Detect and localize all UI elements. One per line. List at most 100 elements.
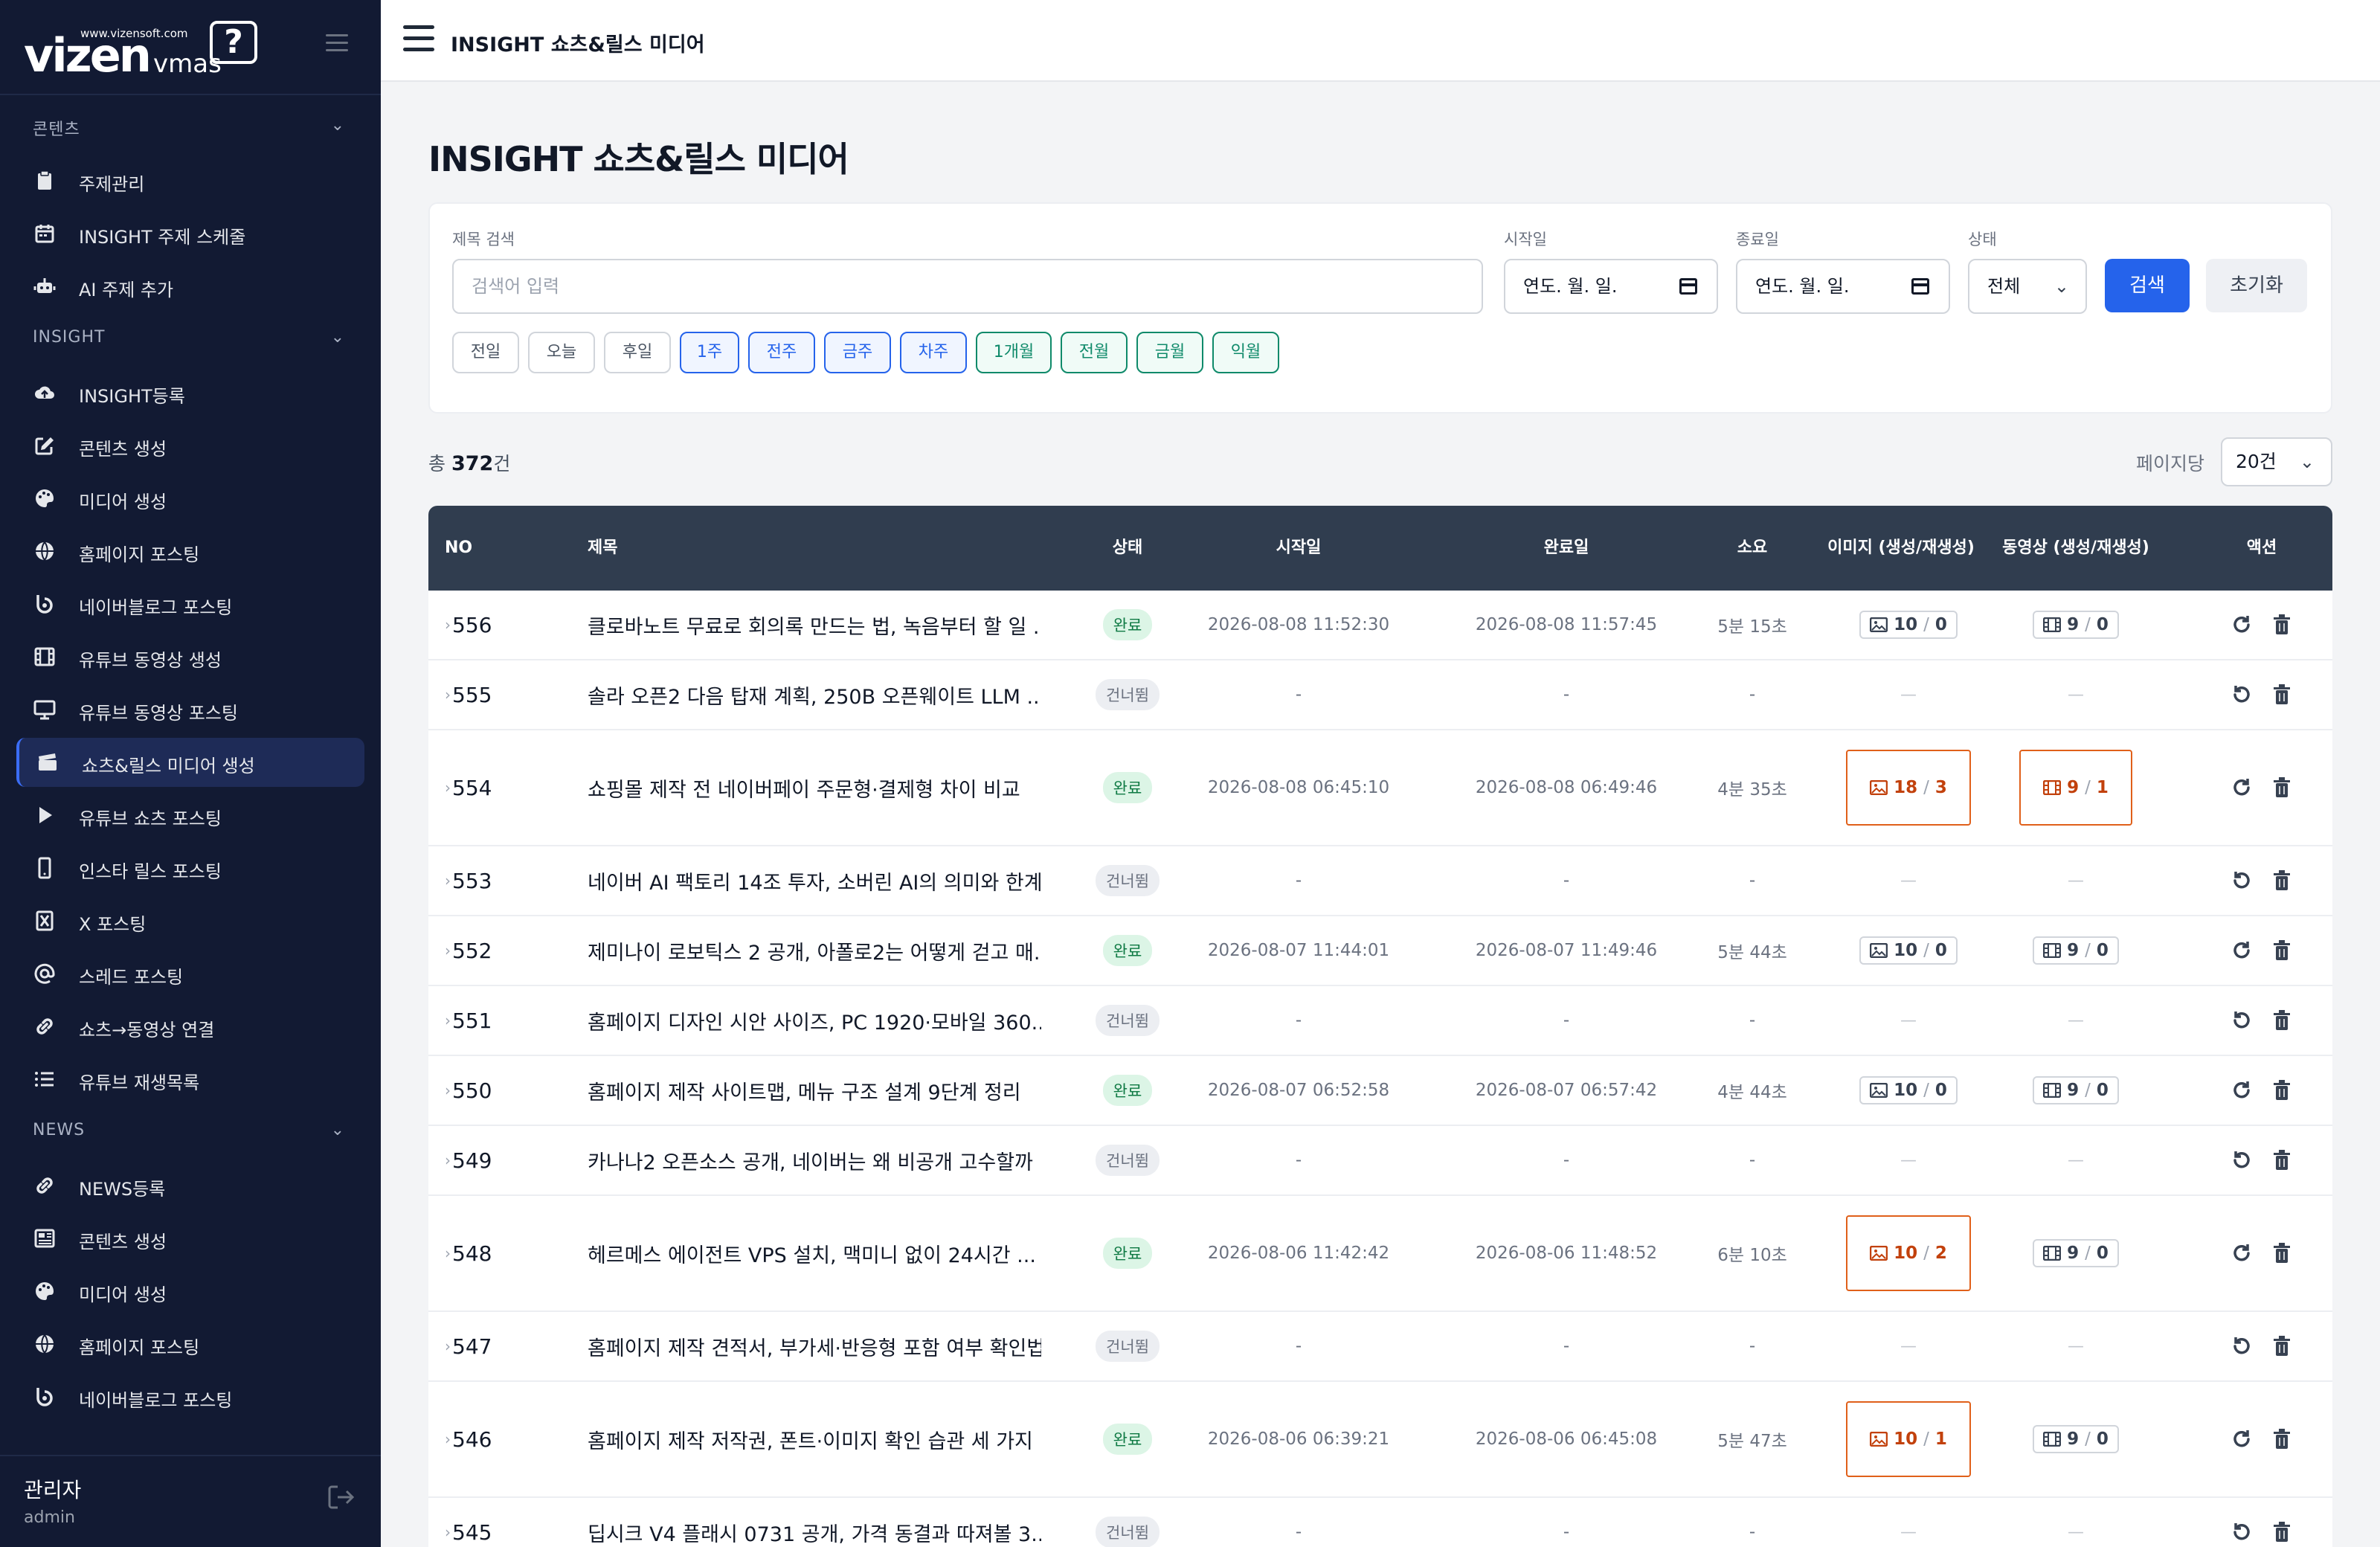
row-number[interactable]: › 548 xyxy=(445,1196,556,1310)
table-row[interactable]: › 546 홈페이지 제작 저작권, 폰트·이미지 확인 습관 세 가지 완료 2026… xyxy=(428,1382,2332,1498)
date-chip[interactable]: 전일 xyxy=(452,332,519,373)
image-count[interactable]: 10/0 xyxy=(1859,936,1958,965)
col-images[interactable]: 이미지 (생성/재생성) xyxy=(1827,506,1975,591)
image-count[interactable]: 10/2 xyxy=(1846,1215,1971,1291)
title-search-input[interactable]: 검색어 입력 xyxy=(452,259,1483,314)
trash-icon[interactable] xyxy=(2270,1009,2294,1032)
undo-icon[interactable] xyxy=(2230,683,2254,707)
col-duration[interactable]: 소요 xyxy=(1685,506,1819,591)
table-row[interactable]: › 553 네이버 AI 팩토리 14조 투자, 소버린 AI의 의미와 한계 건너뜀… xyxy=(428,846,2332,916)
date-chip[interactable]: 금주 xyxy=(824,332,891,373)
expand-caret-icon[interactable]: › xyxy=(445,1081,451,1099)
expand-caret-icon[interactable]: › xyxy=(445,686,451,704)
start-date-input[interactable]: 연도. 월. 일. xyxy=(1504,259,1718,314)
row-title[interactable]: 클로바노트 무료로 회의록 만드는 법, 녹음부터 할 일 ... xyxy=(588,591,1041,659)
row-title[interactable]: 제미나이 로보틱스 2 공개, 아폴로2는 어떻게 걷고 매... xyxy=(588,916,1041,985)
table-row[interactable]: › 551 홈페이지 디자인 시안 사이즈, PC 1920·모바일 360... 건… xyxy=(428,986,2332,1056)
row-title[interactable]: 헤르메스 에이전트 VPS 설치, 맥미니 없이 24시간 ... xyxy=(588,1196,1041,1310)
per-page-select[interactable]: 20건 ⌄ xyxy=(2221,437,2332,486)
sidebar-item[interactable]: 쇼츠&릴스 미디어 생성 xyxy=(16,738,364,787)
row-title[interactable]: 딥시크 V4 플래시 0731 공개, 가격 동결과 따져볼 3... xyxy=(588,1498,1041,1547)
regenerate-icon[interactable] xyxy=(2230,939,2254,962)
sidebar-item[interactable]: 주제관리 xyxy=(16,156,364,205)
row-title[interactable]: 홈페이지 디자인 시안 사이즈, PC 1920·모바일 360... xyxy=(588,986,1041,1055)
trash-icon[interactable] xyxy=(2270,1078,2294,1102)
sidebar-item[interactable]: 네이버블로그 포스팅 xyxy=(16,579,364,628)
expand-caret-icon[interactable]: › xyxy=(445,779,451,797)
expand-caret-icon[interactable]: › xyxy=(445,1012,451,1029)
row-number[interactable]: › 551 xyxy=(445,986,556,1055)
row-number[interactable]: › 556 xyxy=(445,591,556,659)
row-number[interactable]: › 547 xyxy=(445,1312,556,1380)
row-number[interactable]: › 546 xyxy=(445,1382,556,1496)
regenerate-icon[interactable] xyxy=(2230,1078,2254,1102)
regenerate-icon[interactable] xyxy=(2230,1427,2254,1451)
date-chip[interactable]: 익월 xyxy=(1212,332,1279,373)
sidebar-item[interactable]: 쇼츠→동영상 연결 xyxy=(16,1002,364,1051)
table-row[interactable]: › 556 클로바노트 무료로 회의록 만드는 법, 녹음부터 할 일 ... 완료 2… xyxy=(428,591,2332,660)
logout-icon[interactable] xyxy=(327,1485,357,1510)
sidebar-item[interactable]: 홈페이지 포스팅 xyxy=(16,527,364,576)
sidebar-item[interactable]: NEWS등록 xyxy=(16,1161,364,1210)
row-number[interactable]: › 554 xyxy=(445,730,556,845)
sidebar-item[interactable]: 유튜브 동영상 생성 xyxy=(16,632,364,681)
expand-caret-icon[interactable]: › xyxy=(445,872,451,890)
trash-icon[interactable] xyxy=(2270,939,2294,962)
undo-icon[interactable] xyxy=(2230,1334,2254,1358)
table-row[interactable]: › 545 딥시크 V4 플래시 0731 공개, 가격 동결과 따져볼 3... 건… xyxy=(428,1498,2332,1547)
sidebar-item[interactable]: 유튜브 재생목록 xyxy=(16,1055,364,1104)
row-title[interactable]: 홈페이지 제작 저작권, 폰트·이미지 확인 습관 세 가지 xyxy=(588,1382,1041,1496)
trash-icon[interactable] xyxy=(2270,1334,2294,1358)
table-row[interactable]: › 548 헤르메스 에이전트 VPS 설치, 맥미니 없이 24시간 ... 완료 2… xyxy=(428,1196,2332,1312)
sidebar-item[interactable]: 홈페이지 포스팅 xyxy=(16,1319,364,1368)
trash-icon[interactable] xyxy=(2270,776,2294,800)
end-date-input[interactable]: 연도. 월. 일. xyxy=(1736,259,1950,314)
undo-icon[interactable] xyxy=(2230,1520,2254,1544)
image-count[interactable]: 10/0 xyxy=(1859,1076,1958,1104)
sidebar-section[interactable]: INSIGHT ⌄ xyxy=(33,328,345,355)
regenerate-icon[interactable] xyxy=(2230,1241,2254,1265)
image-count[interactable]: 18/3 xyxy=(1846,750,1971,826)
table-row[interactable]: › 550 홈페이지 제작 사이트맵, 메뉴 구조 설계 9단계 정리 완료 2026-… xyxy=(428,1056,2332,1126)
table-row[interactable]: › 554 쇼핑몰 제작 전 네이버페이 주문형·결제형 차이 비교 완료 2026-0… xyxy=(428,730,2332,846)
row-number[interactable]: › 553 xyxy=(445,846,556,915)
trash-icon[interactable] xyxy=(2270,1241,2294,1265)
sidebar-item[interactable]: 미디어 생성 xyxy=(16,474,364,523)
video-count[interactable]: 9/0 xyxy=(2033,1076,2119,1104)
date-chip[interactable]: 1개월 xyxy=(976,332,1052,373)
col-start[interactable]: 시작일 xyxy=(1142,506,1455,591)
row-number[interactable]: › 555 xyxy=(445,660,556,729)
date-chip[interactable]: 오늘 xyxy=(528,332,595,373)
row-number[interactable]: › 549 xyxy=(445,1126,556,1194)
date-chip[interactable]: 전주 xyxy=(748,332,815,373)
expand-caret-icon[interactable]: › xyxy=(445,1430,451,1448)
row-title[interactable]: 쇼핑몰 제작 전 네이버페이 주문형·결제형 차이 비교 xyxy=(588,730,1041,845)
sidebar-item[interactable]: 콘텐츠 생성 xyxy=(16,1214,364,1263)
table-row[interactable]: › 552 제미나이 로보틱스 2 공개, 아폴로2는 어떻게 걷고 매... 완료 2… xyxy=(428,916,2332,986)
sidebar-item[interactable]: 스레드 포스팅 xyxy=(16,949,364,998)
date-chip[interactable]: 1주 xyxy=(680,332,739,373)
regenerate-icon[interactable] xyxy=(2230,776,2254,800)
row-number[interactable]: › 552 xyxy=(445,916,556,985)
trash-icon[interactable] xyxy=(2270,1520,2294,1544)
expand-caret-icon[interactable]: › xyxy=(445,942,451,959)
video-count[interactable]: 9/0 xyxy=(2033,1239,2119,1267)
sidebar-item[interactable]: 미디어 생성 xyxy=(16,1267,364,1316)
table-row[interactable]: › 547 홈페이지 제작 견적서, 부가세·반응형 포함 여부 확인법 건너뜀 - - -… xyxy=(428,1312,2332,1382)
sidebar-item[interactable]: 네이버블로그 포스팅 xyxy=(16,1372,364,1421)
col-videos[interactable]: 동영상 (생성/재생성) xyxy=(1998,506,2154,591)
trash-icon[interactable] xyxy=(2270,1427,2294,1451)
date-chip[interactable]: 차주 xyxy=(900,332,967,373)
image-count[interactable]: 10/0 xyxy=(1859,611,1958,639)
search-button[interactable]: 검색 xyxy=(2105,259,2190,312)
undo-icon[interactable] xyxy=(2230,1148,2254,1172)
sidebar-item[interactable]: X 포스팅 xyxy=(16,896,364,945)
row-number[interactable]: › 545 xyxy=(445,1498,556,1547)
undo-icon[interactable] xyxy=(2230,1009,2254,1032)
sidebar-item[interactable]: 유튜브 쇼츠 포스팅 xyxy=(16,791,364,840)
table-row[interactable]: › 549 카나나2 오픈소스 공개, 네이버는 왜 비공개 고수할까 건너뜀 - - - —… xyxy=(428,1126,2332,1196)
col-no[interactable]: NO xyxy=(445,506,534,591)
trash-icon[interactable] xyxy=(2270,613,2294,637)
video-count[interactable]: 9/0 xyxy=(2033,936,2119,965)
sidebar-item[interactable]: 유튜브 동영상 포스팅 xyxy=(16,685,364,734)
